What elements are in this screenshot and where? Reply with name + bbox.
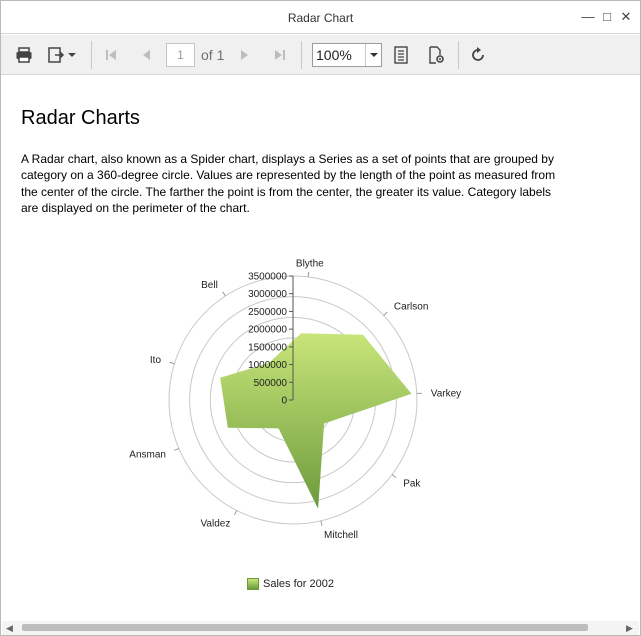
- view-mode-button[interactable]: [389, 43, 413, 67]
- category-label: Ansman: [129, 449, 166, 460]
- zoom-dropdown-icon[interactable]: [365, 44, 381, 66]
- category-tick: [307, 271, 310, 277]
- category-tick: [320, 520, 323, 526]
- toolbar-separator: [91, 41, 92, 69]
- first-page-icon: [106, 50, 116, 60]
- value-tick-label: 3000000: [248, 289, 287, 300]
- category-tick: [174, 447, 180, 451]
- report-page: Radar Charts A Radar chart, also known a…: [2, 76, 639, 621]
- category-label: Valdez: [201, 518, 231, 529]
- scroll-left-icon[interactable]: ◀: [6, 623, 13, 634]
- window-title: Radar Chart: [287, 11, 354, 25]
- close-icon[interactable]: ✕: [617, 8, 635, 26]
- value-tick-label: 0: [281, 396, 287, 407]
- title-bar: Radar Chart — □ ✕: [1, 1, 640, 34]
- toolbar: 1 of 1 100%: [1, 35, 640, 75]
- print-button[interactable]: [12, 43, 36, 67]
- zoom-select[interactable]: 100%: [312, 43, 382, 67]
- toolbar-separator: [301, 41, 302, 69]
- value-tick-label: 3500000: [248, 272, 287, 283]
- category-label: Mitchell: [324, 530, 358, 541]
- legend-swatch: [247, 578, 259, 590]
- report-viewer-window: Radar Chart — □ ✕ 1 of 1 100% Radar Char…: [0, 0, 641, 636]
- category-label: Blythe: [296, 259, 324, 270]
- category-tick: [222, 291, 226, 297]
- value-tick-label: 1500000: [248, 342, 287, 353]
- chart-legend: Sales for 2002: [247, 578, 334, 590]
- horizontal-scrollbar[interactable]: ◀ ▶: [2, 621, 639, 635]
- refresh-icon: [472, 47, 484, 61]
- category-label: Carlson: [394, 301, 428, 312]
- export-icon: [48, 47, 65, 63]
- radar-chart: 3500000 3000000 2500000 2000000 1500000 10000…: [129, 259, 461, 541]
- single-page-view-icon: [394, 46, 408, 64]
- category-tick: [233, 510, 238, 516]
- legend-label: Sales for 2002: [263, 578, 334, 590]
- scrollbar-thumb[interactable]: [22, 624, 588, 631]
- category-label: Varkey: [431, 388, 461, 399]
- category-label: Ito: [150, 355, 162, 366]
- page-settings-icon: [429, 46, 444, 64]
- maximize-icon[interactable]: □: [598, 8, 616, 26]
- category-tick: [391, 474, 397, 479]
- printer-icon: [16, 47, 32, 63]
- page-setup-button[interactable]: [424, 43, 448, 67]
- value-tick-label: 2500000: [248, 307, 287, 318]
- category-label: Bell: [201, 280, 218, 291]
- previous-page-icon: [143, 50, 150, 60]
- page-count-label: of 1: [201, 47, 225, 63]
- last-page-button[interactable]: [268, 43, 292, 67]
- next-page-icon: [241, 50, 248, 60]
- last-page-icon: [275, 50, 285, 60]
- previous-page-button[interactable]: [134, 43, 158, 67]
- minimize-icon[interactable]: —: [579, 8, 597, 26]
- first-page-button[interactable]: [99, 43, 123, 67]
- category-tick: [383, 311, 388, 316]
- value-tick-label: 1000000: [248, 360, 287, 371]
- value-tick-label: 500000: [254, 378, 288, 389]
- refresh-button[interactable]: [466, 43, 490, 67]
- toolbar-separator: [458, 41, 459, 69]
- category-label: Pak: [403, 479, 421, 490]
- next-page-button[interactable]: [233, 43, 257, 67]
- zoom-value: 100%: [316, 47, 352, 63]
- value-tick-label: 2000000: [248, 325, 287, 336]
- category-tick: [169, 361, 175, 365]
- scroll-right-icon[interactable]: ▶: [626, 623, 633, 634]
- export-dropdown-icon[interactable]: [65, 43, 79, 67]
- page-number-input[interactable]: 1: [166, 43, 195, 67]
